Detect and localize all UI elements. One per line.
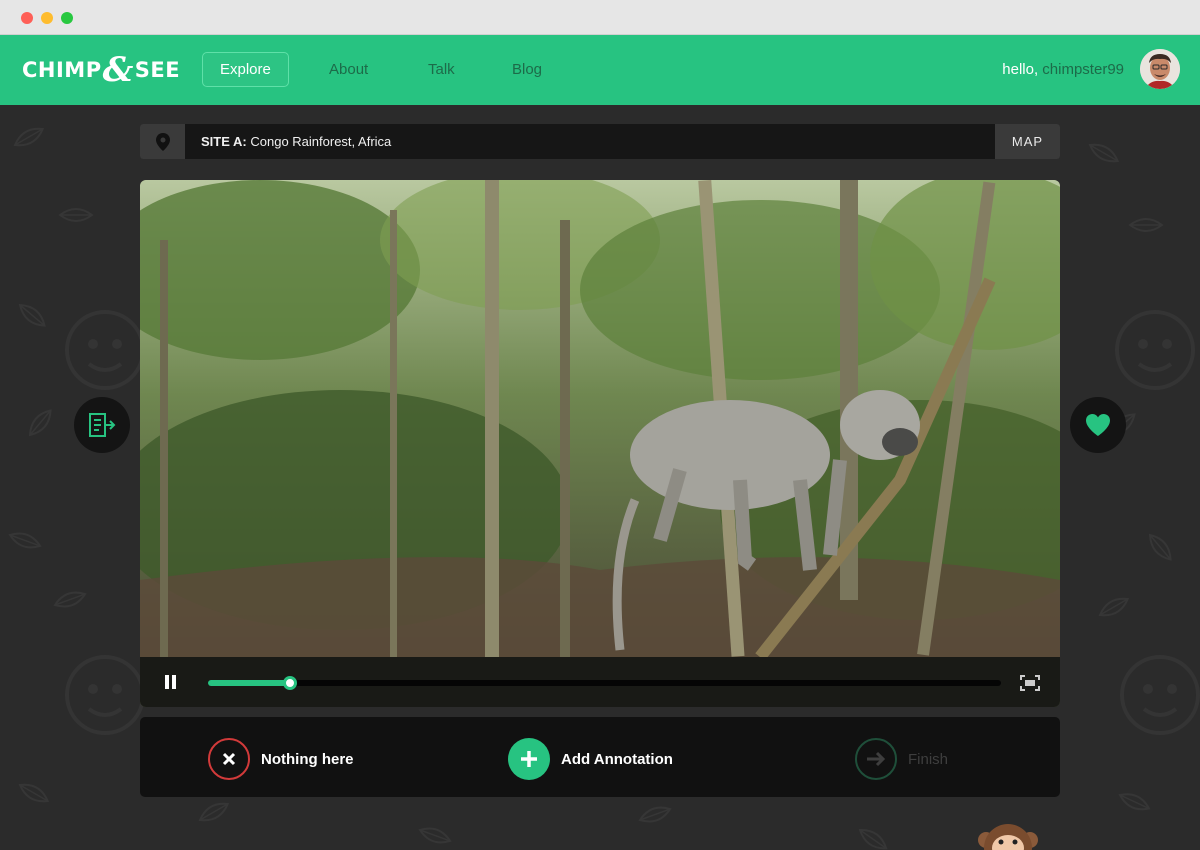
map-pin-icon: [155, 132, 170, 151]
heart-icon: [1086, 414, 1110, 436]
user-greeting: hello, chimpster99: [1002, 61, 1124, 78]
nav-link-about[interactable]: About: [311, 52, 386, 87]
site-code: SITE A:: [201, 134, 247, 149]
nav-link-blog[interactable]: Blog: [494, 52, 560, 87]
window-close-button[interactable]: [21, 12, 33, 24]
close-icon: [222, 752, 236, 766]
logo-text-chimp: CHIMP: [22, 58, 102, 82]
finish-circle: [855, 738, 897, 780]
fullscreen-button[interactable]: [1020, 675, 1040, 691]
finish-button[interactable]: Finish: [855, 738, 948, 780]
site-location: Congo Rainforest, Africa: [250, 134, 392, 149]
favorite-button[interactable]: [1070, 397, 1126, 453]
window-minimize-button[interactable]: [41, 12, 53, 24]
field-guide-button[interactable]: [74, 397, 130, 453]
site-logo[interactable]: CHIMP & SEE: [22, 53, 180, 87]
pause-button[interactable]: [164, 675, 178, 689]
add-annotation-circle: [508, 738, 550, 780]
video-controls: [140, 657, 1060, 707]
fullscreen-icon: [1020, 675, 1040, 691]
nav-link-talk[interactable]: Talk: [410, 52, 473, 87]
map-button[interactable]: MAP: [995, 124, 1060, 159]
logo-text-see: SEE: [134, 58, 181, 82]
classification-action-bar: Nothing here Add Annotation Finish: [140, 717, 1060, 797]
window-titlebar: [0, 0, 1200, 35]
finish-label: Finish: [908, 750, 949, 768]
avatar-image: [1140, 49, 1180, 89]
video-progress-fill: [208, 680, 290, 686]
greeting-text: hello,: [1002, 61, 1039, 78]
nav-link-explore[interactable]: Explore: [202, 52, 289, 87]
add-annotation-button[interactable]: Add Annotation: [508, 738, 673, 780]
field-guide-icon: [89, 413, 116, 437]
chimp-mascot-icon: [978, 824, 1038, 850]
add-annotation-label: Add Annotation: [561, 750, 673, 768]
pause-icon: [165, 675, 169, 689]
top-nav: CHIMP & SEE Explore About Talk Blog hello,…: [0, 35, 1200, 105]
plus-icon: [521, 751, 537, 767]
site-location-bar: SITE A: Congo Rainforest, Africa MAP: [140, 124, 1060, 159]
window-maximize-button[interactable]: [61, 12, 73, 24]
camera-trap-video-frame: [140, 180, 1060, 657]
nothing-here-circle: [208, 738, 250, 780]
logo-ampersand: &: [102, 50, 134, 90]
username-link[interactable]: chimpster99: [1042, 61, 1124, 78]
arrow-right-icon: [867, 751, 886, 767]
video-scrubber-handle[interactable]: [282, 676, 297, 690]
site-location-text: SITE A: Congo Rainforest, Africa: [201, 124, 391, 159]
avatar[interactable]: [1140, 49, 1180, 89]
nothing-here-button[interactable]: Nothing here: [208, 738, 354, 780]
video-progress-track[interactable]: [208, 676, 1001, 690]
nothing-here-label: Nothing here: [261, 750, 354, 768]
video-player[interactable]: [140, 180, 1060, 707]
location-pin-box: [140, 124, 185, 159]
